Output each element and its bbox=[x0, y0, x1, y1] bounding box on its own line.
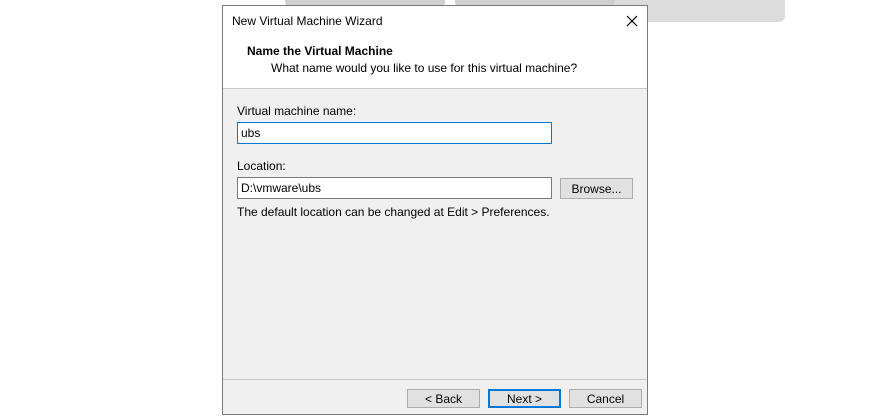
vm-name-label: Virtual machine name: bbox=[237, 104, 357, 118]
title-bar: New Virtual Machine Wizard bbox=[223, 6, 647, 36]
page-subtitle: What name would you like to use for this… bbox=[271, 61, 578, 75]
next-button[interactable]: Next > bbox=[488, 389, 561, 408]
page-title: Name the Virtual Machine bbox=[247, 44, 393, 58]
location-hint: The default location can be changed at E… bbox=[237, 205, 550, 219]
close-button[interactable] bbox=[617, 6, 647, 36]
browse-button[interactable]: Browse... bbox=[560, 178, 633, 199]
cancel-button[interactable]: Cancel bbox=[569, 389, 642, 408]
wizard-header: Name the Virtual Machine What name would… bbox=[223, 36, 647, 89]
wizard-dialog: New Virtual Machine Wizard Name the Virt… bbox=[222, 5, 648, 415]
back-button[interactable]: < Back bbox=[407, 389, 480, 408]
vm-name-input[interactable] bbox=[237, 122, 552, 144]
location-label: Location: bbox=[237, 159, 286, 173]
close-icon bbox=[626, 15, 638, 27]
location-input[interactable] bbox=[237, 177, 552, 199]
dialog-title: New Virtual Machine Wizard bbox=[232, 14, 383, 28]
footer-separator bbox=[223, 379, 647, 380]
